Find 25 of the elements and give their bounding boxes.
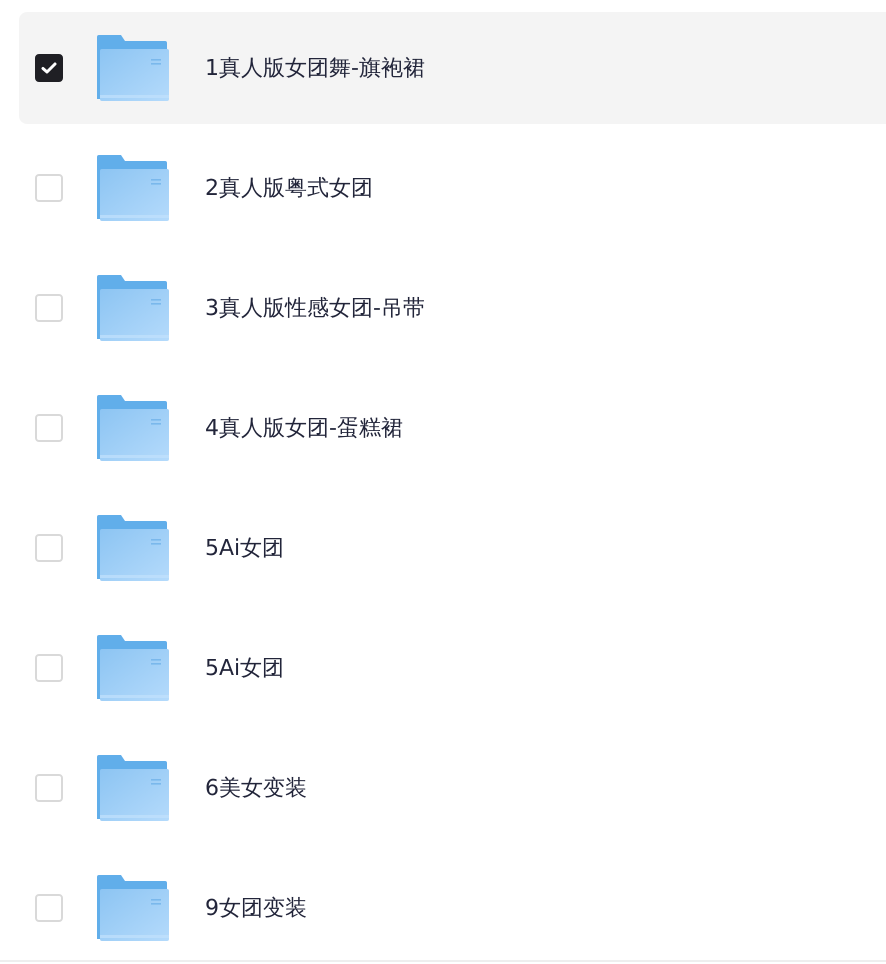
- folder-name: 3真人版性感女团-吊带: [205, 294, 425, 322]
- file-row[interactable]: 4真人版女团-蛋糕裙: [19, 372, 886, 484]
- checkbox[interactable]: [35, 54, 63, 82]
- folder-icon: [97, 875, 169, 941]
- file-row[interactable]: 3真人版性感女团-吊带: [19, 252, 886, 364]
- file-row[interactable]: 9女团变装: [19, 852, 886, 960]
- folder-icon: [97, 755, 169, 821]
- folder-name: 4真人版女团-蛋糕裙: [205, 414, 403, 442]
- folder-icon: [97, 155, 169, 221]
- folder-name: 9女团变装: [205, 894, 307, 922]
- file-row[interactable]: 2真人版粤式女团: [19, 132, 886, 244]
- file-row[interactable]: 5Ai女团: [19, 612, 886, 724]
- check-icon: [41, 61, 57, 75]
- folder-name: 2真人版粤式女团: [205, 174, 373, 202]
- folder-name: 5Ai女团: [205, 654, 284, 682]
- folder-icon: [97, 275, 169, 341]
- folder-name: 6美女变装: [205, 774, 307, 802]
- folder-icon: [97, 515, 169, 581]
- file-row[interactable]: 6美女变装: [19, 732, 886, 844]
- folder-icon: [97, 35, 169, 101]
- folder-icon: [97, 635, 169, 701]
- folder-icon: [97, 395, 169, 461]
- folder-name: 1真人版女团舞-旗袍裙: [205, 54, 425, 82]
- file-row[interactable]: 5Ai女团: [19, 492, 886, 604]
- folder-name: 5Ai女团: [205, 534, 284, 562]
